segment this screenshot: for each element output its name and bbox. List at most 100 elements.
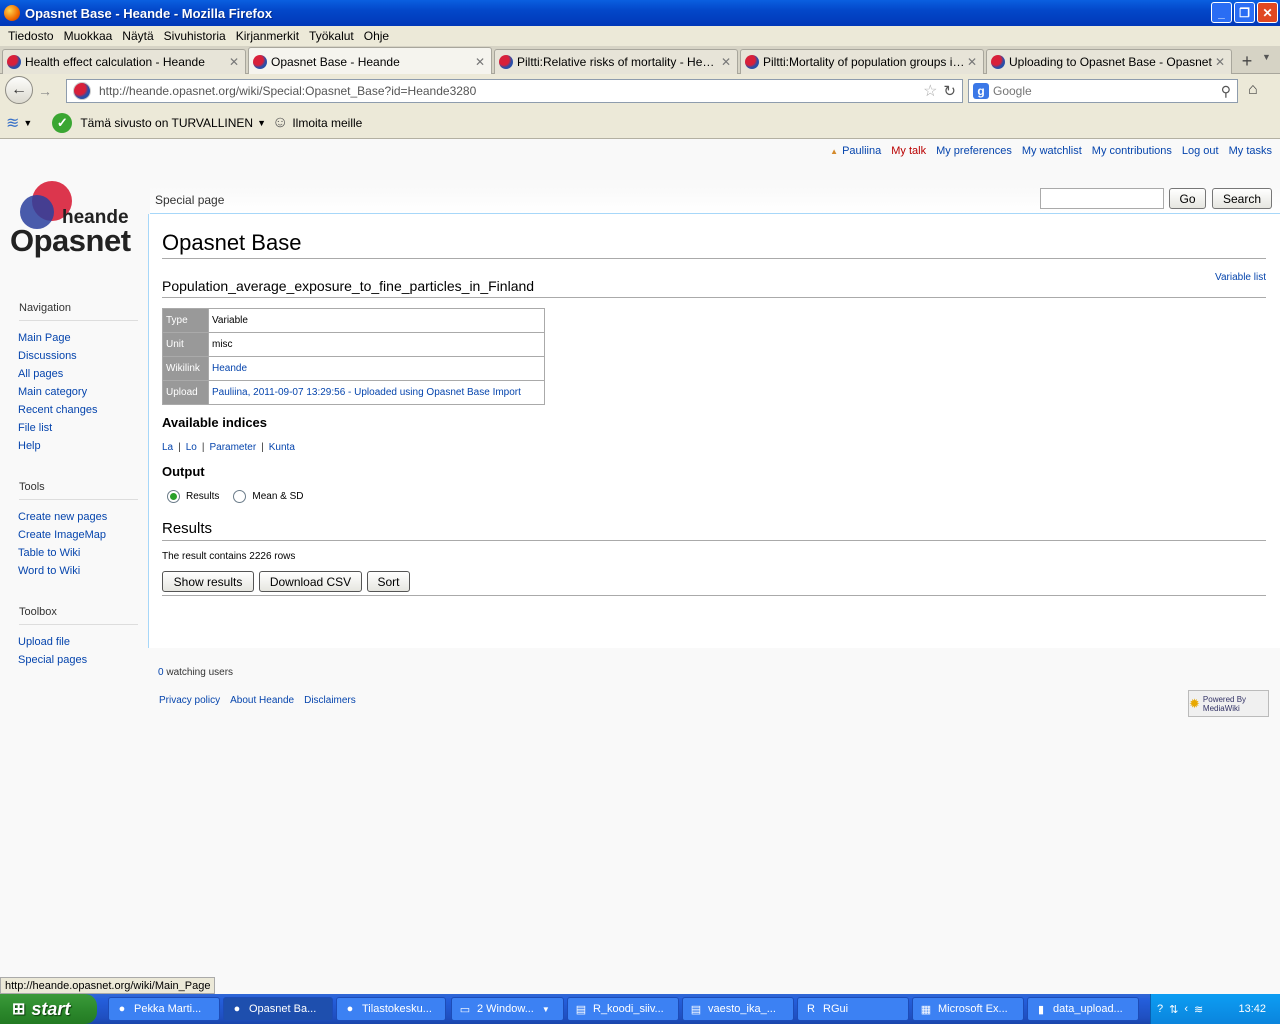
new-tab-icon[interactable]: + bbox=[1236, 50, 1258, 72]
report-text[interactable]: Ilmoita meille bbox=[292, 116, 362, 130]
show-results-button[interactable]: Show results bbox=[162, 571, 254, 592]
menu-view[interactable]: Näytä bbox=[117, 29, 158, 43]
menu-file[interactable]: Tiedosto bbox=[3, 29, 59, 43]
tab-special-page[interactable]: Special page bbox=[155, 193, 224, 207]
results-radio-label[interactable]: Results bbox=[186, 491, 219, 502]
my-watchlist-link[interactable]: My watchlist bbox=[1022, 145, 1082, 157]
bookmark-star-icon[interactable]: ☆ bbox=[923, 81, 937, 101]
taskbar-item-active[interactable]: ● Opasnet Ba... bbox=[223, 997, 333, 1021]
menu-bookmarks[interactable]: Kirjanmerkit bbox=[231, 29, 304, 43]
download-csv-button[interactable]: Download CSV bbox=[259, 571, 362, 592]
start-button[interactable]: ⊞ start bbox=[0, 994, 97, 1024]
my-tasks-link[interactable]: My tasks bbox=[1229, 145, 1272, 157]
google-icon[interactable]: g bbox=[973, 83, 989, 99]
wikilink-link[interactable]: Heande bbox=[212, 363, 247, 374]
my-talk-link[interactable]: My talk bbox=[891, 145, 926, 157]
tab-close-icon[interactable]: ✕ bbox=[473, 55, 487, 69]
disclaimers-link[interactable]: Disclaimers bbox=[304, 695, 356, 706]
web-search-input[interactable] bbox=[993, 84, 1221, 98]
index-link-lo[interactable]: Lo bbox=[186, 442, 197, 453]
dropdown-arrow-icon[interactable]: ▼ bbox=[257, 118, 266, 128]
menu-help[interactable]: Ohje bbox=[359, 29, 394, 43]
tab-list-icon[interactable]: ▼ bbox=[1262, 52, 1271, 62]
url-text[interactable]: http://heande.opasnet.org/wiki/Special:O… bbox=[99, 84, 923, 98]
mean-sd-radio-label[interactable]: Mean & SD bbox=[252, 491, 303, 502]
taskbar-item[interactable]: ● Tilastokesku... bbox=[336, 997, 446, 1021]
network-icon[interactable]: ⇅ bbox=[1169, 1003, 1178, 1016]
taskbar-item[interactable]: ▦ Microsoft Ex... bbox=[912, 997, 1024, 1021]
taskbar-item[interactable]: R RGui bbox=[797, 997, 909, 1021]
tray-expand-icon[interactable]: ‹ bbox=[1184, 1003, 1188, 1015]
sidebar-item-discussions[interactable]: Discussions bbox=[18, 350, 77, 362]
taskbar-item[interactable]: ▤ R_koodi_siiv... bbox=[567, 997, 679, 1021]
forward-button[interactable]: → bbox=[34, 81, 56, 101]
taskbar-item[interactable]: ● Pekka Marti... bbox=[108, 997, 220, 1021]
home-icon[interactable]: ⌂ bbox=[1248, 81, 1258, 99]
site-logo[interactable]: heande Opasnet bbox=[10, 177, 140, 267]
sidebar-item-word-to-wiki[interactable]: Word to Wiki bbox=[18, 565, 80, 577]
wot-icon[interactable]: ≋ bbox=[6, 113, 19, 133]
sidebar-item-all-pages[interactable]: All pages bbox=[18, 368, 63, 380]
portlet-title: Tools bbox=[19, 481, 138, 500]
menu-tools[interactable]: Työkalut bbox=[304, 29, 359, 43]
magnifier-icon[interactable]: ⚲ bbox=[1221, 83, 1231, 100]
upload-link[interactable]: Pauliina, 2011-09-07 13:29:56 - Uploaded… bbox=[212, 387, 521, 398]
wifi-icon[interactable]: ≋ bbox=[1194, 1003, 1203, 1016]
sidebar-item-upload-file[interactable]: Upload file bbox=[18, 636, 70, 648]
my-contributions-link[interactable]: My contributions bbox=[1092, 145, 1172, 157]
browser-tab[interactable]: Uploading to Opasnet Base - Opasnet ✕ bbox=[986, 49, 1232, 74]
about-link[interactable]: About Heande bbox=[230, 695, 294, 706]
sidebar-item-special-pages[interactable]: Special pages bbox=[18, 654, 87, 666]
menu-history[interactable]: Sivuhistoria bbox=[159, 29, 231, 43]
reload-icon[interactable]: ↻ bbox=[943, 82, 956, 100]
mean-sd-radio[interactable] bbox=[233, 490, 247, 503]
clock[interactable]: 13:42 bbox=[1238, 1003, 1266, 1015]
back-button[interactable]: ← bbox=[5, 76, 33, 104]
sidebar-item-table-to-wiki[interactable]: Table to Wiki bbox=[18, 547, 80, 559]
go-button[interactable]: Go bbox=[1169, 188, 1206, 209]
browser-tab[interactable]: Piltti:Relative risks of mortality - Hea… bbox=[494, 49, 738, 74]
browser-tab[interactable]: Piltti:Mortality of population groups in… bbox=[740, 49, 984, 74]
browser-tab-active[interactable]: Opasnet Base - Heande ✕ bbox=[248, 47, 492, 75]
safe-site-text[interactable]: Tämä sivusto on TURVALLINEN bbox=[80, 116, 253, 130]
tab-close-icon[interactable]: ✕ bbox=[227, 55, 241, 69]
web-search-bar[interactable]: g ⚲ bbox=[968, 79, 1238, 103]
sidebar-item-file-list[interactable]: File list bbox=[18, 422, 52, 434]
tab-close-icon[interactable]: ✕ bbox=[719, 55, 733, 69]
taskbar-item-label: vaesto_ika_... bbox=[708, 1003, 776, 1015]
user-link[interactable]: Pauliina bbox=[830, 145, 881, 157]
taskbar-item[interactable]: ▭ 2 Window... ▼ bbox=[451, 997, 564, 1021]
sidebar-item-main-page[interactable]: Main Page bbox=[18, 332, 71, 344]
maximize-button[interactable]: ❐ bbox=[1234, 2, 1255, 23]
url-bar[interactable]: http://heande.opasnet.org/wiki/Special:O… bbox=[66, 79, 963, 103]
index-link-parameter[interactable]: Parameter bbox=[209, 442, 256, 453]
sidebar-item-recent-changes[interactable]: Recent changes bbox=[18, 404, 98, 416]
results-radio[interactable] bbox=[167, 490, 180, 503]
tab-close-icon[interactable]: ✕ bbox=[1213, 55, 1227, 69]
index-link-la[interactable]: La bbox=[162, 442, 173, 453]
sidebar-item-create-new-pages[interactable]: Create new pages bbox=[18, 511, 107, 523]
sort-button[interactable]: Sort bbox=[367, 571, 410, 592]
taskbar-item[interactable]: ▤ vaesto_ika_... bbox=[682, 997, 794, 1021]
site-identity-icon[interactable] bbox=[73, 82, 91, 100]
sidebar-item-create-imagemap[interactable]: Create ImageMap bbox=[18, 529, 106, 541]
wiki-search-input[interactable] bbox=[1040, 188, 1164, 209]
help-icon[interactable]: ? bbox=[1157, 1003, 1163, 1015]
powered-by-mediawiki-badge[interactable]: ✹ Powered By MediaWiki bbox=[1188, 690, 1269, 717]
menu-edit[interactable]: Muokkaa bbox=[59, 29, 118, 43]
search-button[interactable]: Search bbox=[1212, 188, 1272, 209]
privacy-policy-link[interactable]: Privacy policy bbox=[159, 695, 220, 706]
index-link-kunta[interactable]: Kunta bbox=[269, 442, 295, 453]
indices-list: La | Lo | Parameter | Kunta bbox=[162, 442, 295, 453]
taskbar-item[interactable]: ▮ data_upload... bbox=[1027, 997, 1139, 1021]
report-people-icon[interactable]: ☺ bbox=[272, 114, 288, 132]
sidebar-item-help[interactable]: Help bbox=[18, 440, 41, 452]
close-button[interactable]: ✕ bbox=[1257, 2, 1278, 23]
log-out-link[interactable]: Log out bbox=[1182, 145, 1219, 157]
my-preferences-link[interactable]: My preferences bbox=[936, 145, 1012, 157]
browser-tab[interactable]: Health effect calculation - Heande ✕ bbox=[2, 49, 246, 74]
tab-close-icon[interactable]: ✕ bbox=[965, 55, 979, 69]
sidebar-item-main-category[interactable]: Main category bbox=[18, 386, 87, 398]
minimize-button[interactable]: _ bbox=[1211, 2, 1232, 23]
dropdown-arrow-icon[interactable]: ▼ bbox=[23, 118, 32, 128]
